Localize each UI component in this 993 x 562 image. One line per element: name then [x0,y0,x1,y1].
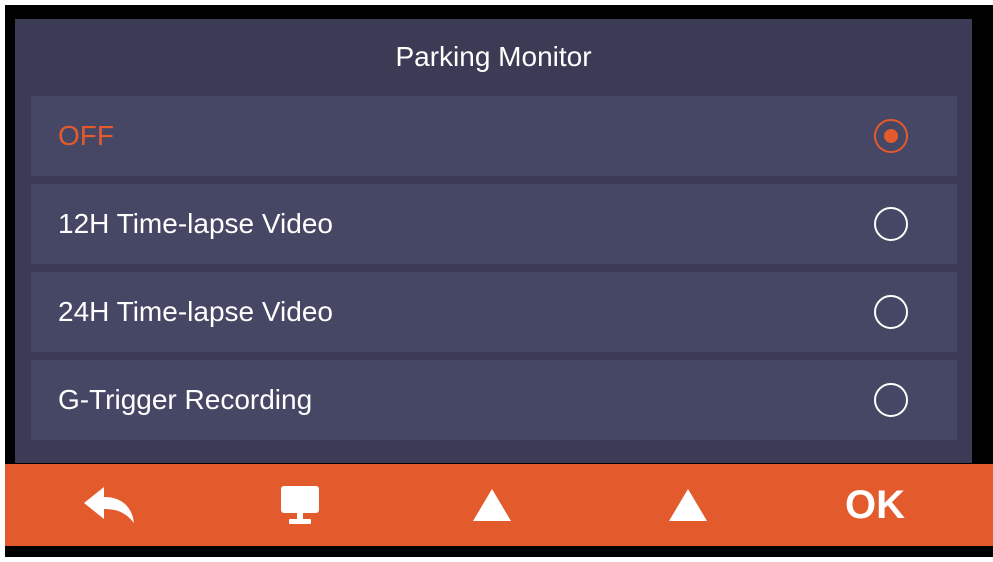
ok-label: OK [845,482,905,527]
option-12h-time-lapse[interactable]: 12H Time-lapse Video [31,184,957,264]
radio-unselected-icon [874,207,908,241]
menu-button[interactable] [265,464,335,546]
radio-unselected-icon [874,295,908,329]
option-24h-time-lapse[interactable]: 24H Time-lapse Video [31,272,957,352]
radio-selected-icon [874,119,908,153]
triangle-up-icon [473,489,511,521]
settings-screen: Parking Monitor OFF 12H Time-lapse Video… [15,19,972,463]
up-button[interactable] [457,464,527,546]
monitor-icon [281,486,319,524]
ok-button[interactable]: OK [830,464,920,546]
page-title: Parking Monitor [395,41,592,72]
back-button[interactable] [75,464,145,546]
radio-unselected-icon [874,383,908,417]
bottom-toolbar: OK [5,464,993,546]
option-g-trigger-recording[interactable]: G-Trigger Recording [31,360,957,440]
option-label: 24H Time-lapse Video [58,296,333,327]
option-label: G-Trigger Recording [58,384,313,415]
option-label: OFF [58,120,114,151]
triangle-up-icon [669,489,707,521]
option-off[interactable]: OFF [31,96,957,176]
back-arrow-icon [84,487,134,523]
option-label: 12H Time-lapse Video [58,208,333,239]
down-button[interactable] [653,464,723,546]
